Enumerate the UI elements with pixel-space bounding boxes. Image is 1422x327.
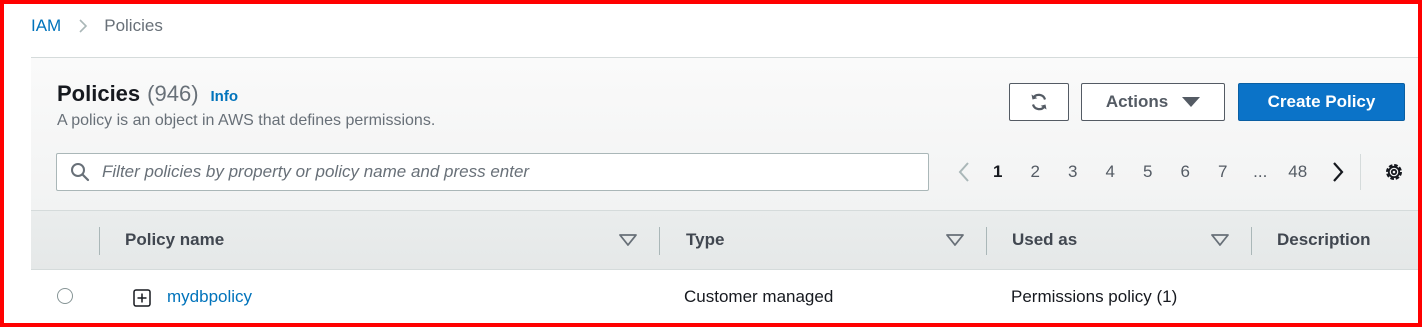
create-policy-button[interactable]: Create Policy	[1238, 83, 1405, 121]
breadcrumb-current: Policies	[104, 16, 163, 35]
row-select-radio[interactable]	[57, 288, 73, 304]
policy-count: (946)	[147, 81, 199, 106]
page-1[interactable]: 1	[979, 162, 1017, 182]
page-3[interactable]: 3	[1054, 162, 1092, 182]
next-page-icon[interactable]	[1323, 161, 1353, 183]
search-input[interactable]	[100, 161, 904, 183]
column-header-description[interactable]: Description	[1277, 230, 1371, 250]
column-divider	[99, 227, 100, 255]
previous-page-icon[interactable]	[949, 161, 979, 183]
table-row: mydbpolicy Customer managed Permissions …	[31, 270, 1422, 324]
pagination: 1 2 3 4 5 6 7 ... 48	[949, 159, 1353, 185]
policy-name-link[interactable]: mydbpolicy	[167, 287, 252, 307]
gear-icon[interactable]	[1383, 161, 1405, 183]
pagination-divider	[1360, 154, 1361, 190]
page-2[interactable]: 2	[1017, 162, 1055, 182]
column-header-type[interactable]: Type	[686, 230, 724, 250]
page-4[interactable]: 4	[1092, 162, 1130, 182]
page-title: Policies	[57, 81, 141, 106]
page-48[interactable]: 48	[1279, 162, 1317, 182]
refresh-button[interactable]	[1009, 83, 1069, 121]
breadcrumb-iam-link[interactable]: IAM	[31, 16, 61, 36]
page-description: A policy is an object in AWS that define…	[57, 112, 436, 129]
info-link[interactable]: Info	[211, 88, 239, 105]
policy-type: Customer managed	[684, 287, 834, 306]
search-icon	[70, 162, 90, 182]
sort-down-icon[interactable]	[946, 234, 964, 246]
page-5[interactable]: 5	[1129, 162, 1167, 182]
actions-label: Actions	[1105, 92, 1169, 111]
column-header-used-as[interactable]: Used as	[1012, 230, 1077, 250]
column-header-policy-name[interactable]: Policy name	[125, 230, 224, 250]
page-6[interactable]: 6	[1167, 162, 1205, 182]
column-divider	[986, 227, 987, 255]
policies-container: Policies (946) Info A policy is an objec…	[31, 57, 1422, 324]
column-divider	[1251, 227, 1252, 255]
page-7[interactable]: 7	[1204, 162, 1242, 182]
expand-plus-icon[interactable]	[133, 289, 151, 307]
page-ellipsis: ...	[1253, 162, 1268, 181]
actions-dropdown-button[interactable]: Actions	[1081, 83, 1225, 121]
column-divider	[659, 227, 660, 255]
caret-down-icon	[1182, 96, 1201, 108]
refresh-icon	[1029, 92, 1049, 112]
policy-used-as: Permissions policy (1)	[1011, 287, 1178, 306]
page-header: Policies (946) Info	[57, 81, 238, 107]
breadcrumb-separator-icon	[78, 18, 88, 34]
breadcrumb: IAM Policies	[31, 15, 163, 37]
search-box	[56, 153, 929, 191]
table-header: Policy name Type Used as Description	[31, 210, 1422, 270]
sort-down-icon[interactable]	[1211, 234, 1229, 246]
sort-down-icon[interactable]	[619, 234, 637, 246]
